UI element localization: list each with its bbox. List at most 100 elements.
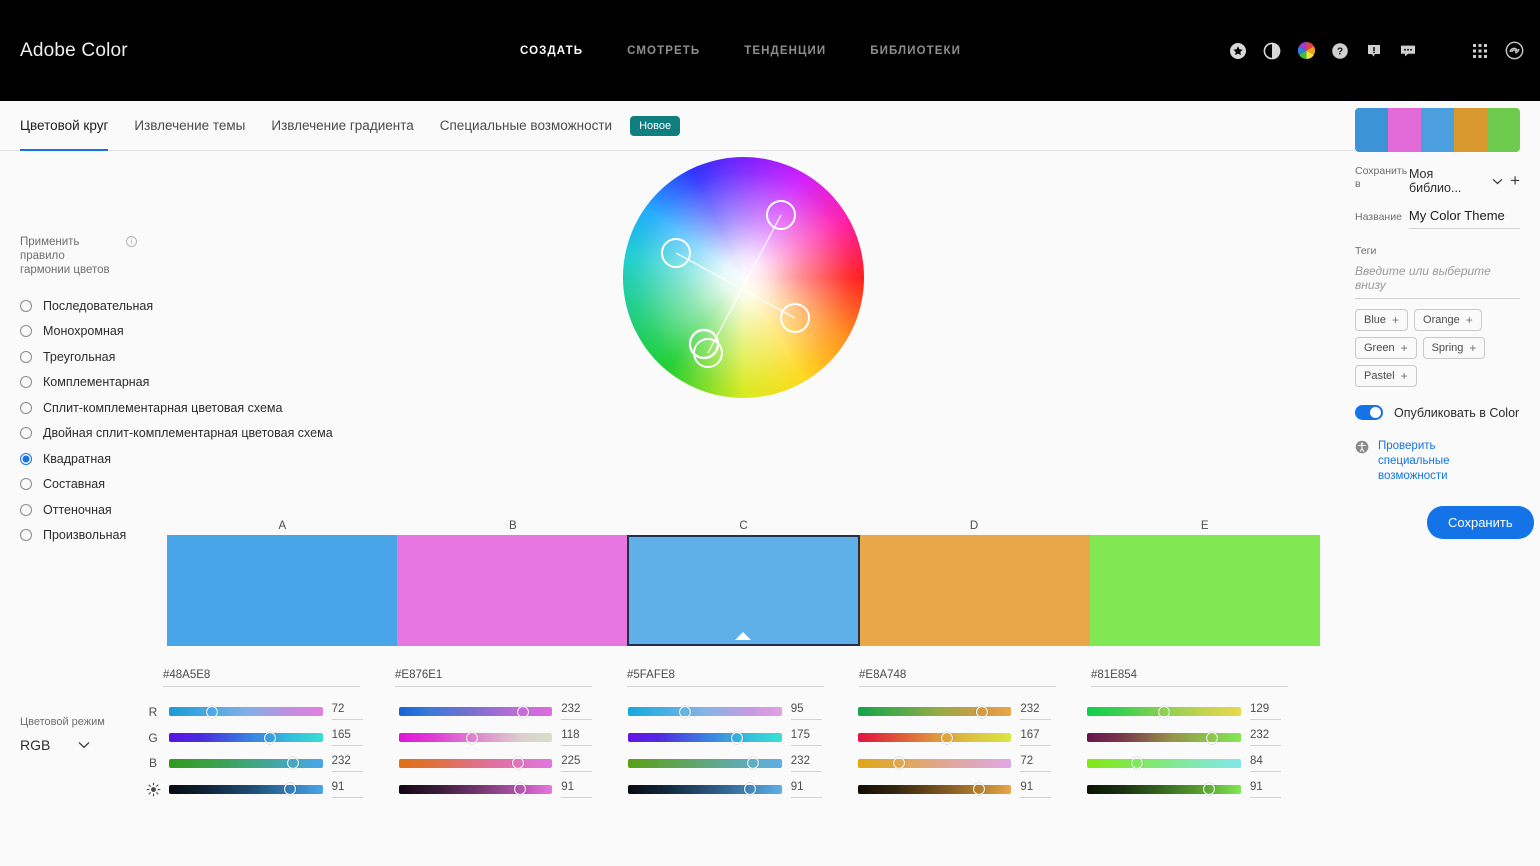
slider-value[interactable]: 91 bbox=[1250, 781, 1281, 798]
plus-icon[interactable]: + bbox=[1466, 315, 1473, 326]
slider-cell-b-c[interactable]: 232 bbox=[628, 755, 858, 772]
harmony-rule-monochromatic[interactable]: Монохромная bbox=[20, 319, 320, 345]
hex-input-a[interactable]: #48A5E8 bbox=[163, 669, 360, 687]
slider-knob[interactable] bbox=[1203, 783, 1215, 795]
radio-icon[interactable] bbox=[20, 325, 32, 337]
chevron-down-icon[interactable] bbox=[78, 736, 90, 754]
slider-knob[interactable] bbox=[206, 706, 218, 718]
radio-icon[interactable] bbox=[20, 351, 32, 363]
theme-name-input[interactable]: My Color Theme bbox=[1409, 208, 1520, 229]
slider-cell-g-d[interactable]: 167 bbox=[858, 729, 1088, 746]
slider-track[interactable] bbox=[858, 759, 1012, 768]
slider-value[interactable]: 91 bbox=[1020, 781, 1051, 798]
info-icon[interactable]: i bbox=[126, 236, 137, 247]
slider-value[interactable]: 72 bbox=[332, 703, 363, 720]
slider-cell-b-a[interactable]: 232 bbox=[169, 755, 399, 772]
slider-value[interactable]: 95 bbox=[791, 703, 822, 720]
harmony-rule-compound[interactable]: Составная bbox=[20, 472, 320, 498]
slider-value[interactable]: 91 bbox=[561, 781, 592, 798]
slider-value[interactable]: 167 bbox=[1020, 729, 1051, 746]
harmony-rule-split-complementary[interactable]: Сплит-комплементарная цветовая схема bbox=[20, 395, 320, 421]
nav-item-explore[interactable]: СМОТРЕТЬ bbox=[627, 45, 700, 57]
swatch-d[interactable] bbox=[860, 535, 1090, 646]
slider-track[interactable] bbox=[858, 785, 1012, 794]
color-wheel[interactable] bbox=[623, 157, 864, 398]
accessibility-link[interactable]: Проверить специальные возможности bbox=[1378, 439, 1498, 484]
slider-cell-b-e[interactable]: 84 bbox=[1087, 755, 1317, 772]
feedback-icon[interactable] bbox=[1398, 41, 1418, 61]
slider-track[interactable] bbox=[858, 707, 1012, 716]
add-library-icon[interactable]: + bbox=[1510, 174, 1520, 188]
tab-extract-gradient[interactable]: Извлечение градиента bbox=[271, 101, 413, 151]
slider-knob[interactable] bbox=[731, 732, 743, 744]
swatch-c[interactable] bbox=[627, 535, 861, 646]
harmony-rule-complementary[interactable]: Комплементарная bbox=[20, 370, 320, 396]
slider-value[interactable]: 232 bbox=[1020, 703, 1051, 720]
slider-cell-b-b[interactable]: 225 bbox=[399, 755, 629, 772]
nav-item-libraries[interactable]: БИБЛИОТЕКИ bbox=[870, 45, 961, 57]
slider-track[interactable] bbox=[399, 785, 553, 794]
slider-value[interactable]: 232 bbox=[1250, 729, 1281, 746]
nav-item-trends[interactable]: ТЕНДЕНЦИИ bbox=[744, 45, 826, 57]
slider-knob[interactable] bbox=[512, 757, 524, 769]
slider-knob[interactable] bbox=[679, 706, 691, 718]
plus-icon[interactable]: + bbox=[1469, 343, 1476, 354]
slider-knob[interactable] bbox=[976, 706, 988, 718]
radio-icon[interactable] bbox=[20, 402, 32, 414]
slider-cell-r-d[interactable]: 232 bbox=[858, 703, 1088, 720]
slider-track[interactable] bbox=[628, 707, 782, 716]
radio-icon[interactable] bbox=[20, 529, 32, 541]
slider-knob[interactable] bbox=[893, 757, 905, 769]
tag-chip-orange[interactable]: Orange + bbox=[1414, 309, 1482, 331]
slider-knob[interactable] bbox=[973, 783, 985, 795]
save-button[interactable]: Сохранить bbox=[1427, 506, 1534, 539]
slider-cell-g-b[interactable]: 118 bbox=[399, 729, 629, 746]
radio-icon[interactable] bbox=[20, 427, 32, 439]
slider-track[interactable] bbox=[628, 759, 782, 768]
slider-cell-r-a[interactable]: 72 bbox=[169, 703, 399, 720]
tag-chip-spring[interactable]: Spring + bbox=[1423, 337, 1486, 359]
slider-knob[interactable] bbox=[1131, 757, 1143, 769]
slider-value[interactable]: 225 bbox=[561, 755, 592, 772]
slider-cell-brightness-a[interactable]: 91 bbox=[169, 781, 399, 798]
hex-input-e[interactable]: #81E854 bbox=[1091, 669, 1288, 687]
slider-knob[interactable] bbox=[466, 732, 478, 744]
chevron-down-icon[interactable] bbox=[1492, 172, 1503, 190]
slider-cell-brightness-c[interactable]: 91 bbox=[628, 781, 858, 798]
radio-icon[interactable] bbox=[20, 300, 32, 312]
hex-input-b[interactable]: #E876E1 bbox=[395, 669, 592, 687]
slider-cell-b-d[interactable]: 72 bbox=[858, 755, 1088, 772]
contrast-icon[interactable] bbox=[1262, 41, 1282, 61]
color-mode-selector[interactable]: Цветовой режим RGB bbox=[20, 716, 105, 754]
slider-value[interactable]: 129 bbox=[1250, 703, 1281, 720]
plus-icon[interactable]: + bbox=[1401, 371, 1408, 382]
slider-cell-r-b[interactable]: 232 bbox=[399, 703, 629, 720]
plus-icon[interactable]: + bbox=[1401, 343, 1408, 354]
slider-value[interactable]: 232 bbox=[332, 755, 363, 772]
slider-value[interactable]: 175 bbox=[791, 729, 822, 746]
slider-track[interactable] bbox=[1087, 785, 1241, 794]
hex-input-d[interactable]: #E8A748 bbox=[859, 669, 1056, 687]
slider-track[interactable] bbox=[858, 733, 1012, 742]
slider-value[interactable]: 91 bbox=[791, 781, 822, 798]
harmony-rule-analogous[interactable]: Последовательная bbox=[20, 293, 320, 319]
help-icon[interactable]: ? bbox=[1330, 41, 1350, 61]
slider-track[interactable] bbox=[169, 733, 323, 742]
slider-cell-brightness-b[interactable]: 91 bbox=[399, 781, 629, 798]
app-grid-icon[interactable] bbox=[1470, 41, 1490, 61]
notifications-icon[interactable] bbox=[1364, 41, 1384, 61]
tags-input[interactable]: Введите или выберите внизу bbox=[1355, 264, 1520, 299]
slider-track[interactable] bbox=[399, 707, 553, 716]
radio-icon[interactable] bbox=[20, 478, 32, 490]
slider-track[interactable] bbox=[1087, 733, 1241, 742]
slider-track[interactable] bbox=[1087, 707, 1241, 716]
slider-cell-brightness-d[interactable]: 91 bbox=[858, 781, 1088, 798]
publish-row[interactable]: Опубликовать в Color bbox=[1355, 405, 1520, 420]
slider-track[interactable] bbox=[169, 707, 323, 716]
slider-cell-g-a[interactable]: 165 bbox=[169, 729, 399, 746]
slider-track[interactable] bbox=[169, 759, 323, 768]
slider-knob[interactable] bbox=[1206, 732, 1218, 744]
slider-knob[interactable] bbox=[744, 783, 756, 795]
slider-knob[interactable] bbox=[514, 783, 526, 795]
slider-value[interactable]: 72 bbox=[1020, 755, 1051, 772]
